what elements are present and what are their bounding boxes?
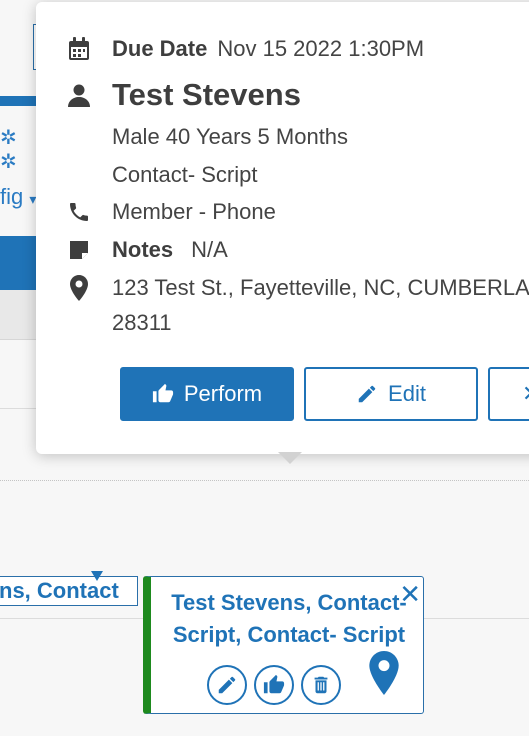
delete-event-button[interactable] <box>301 665 341 705</box>
gear-icon[interactable]: ✲ <box>0 128 17 148</box>
contact-method-row: Member - Phone <box>66 199 276 225</box>
address-line-1: 123 Test St., Fayetteville, NC, CUMBERLA… <box>112 275 529 300</box>
popover-arrow <box>278 452 302 464</box>
notes-label: Notes <box>112 237 174 262</box>
patient-row: Test Stevens <box>66 77 301 113</box>
patient-name: Test Stevens <box>112 77 301 112</box>
calendar-icon <box>66 36 92 62</box>
appointment-popover: Due Date Nov 15 2022 1:30PM Test Stevens… <box>36 2 529 454</box>
address-row: 123 Test St., Fayetteville, NC, CUMBERLA… <box>66 275 529 301</box>
contact-type: Contact- Script <box>112 162 258 187</box>
event-chip-label: ns, Contact <box>0 578 119 603</box>
user-icon <box>66 82 92 108</box>
due-date-value: Nov 15 2022 1:30PM <box>217 36 425 61</box>
pencil-icon <box>218 676 236 694</box>
event-card-title: Test Stevens, Contact- Script, Contact- … <box>171 590 407 647</box>
event-chip[interactable]: ns, Contact <box>0 576 138 606</box>
patient-demographics: Male 40 Years 5 Months <box>112 124 349 149</box>
perform-button[interactable]: Perform <box>120 367 294 421</box>
map-pin-icon[interactable] <box>369 651 399 700</box>
config-dropdown-label: fig <box>0 184 24 209</box>
perform-button-label: Perform <box>183 381 263 406</box>
close-icon: ✕ <box>522 381 529 407</box>
calendar-view: ✲ ✲ fig ▾ ns, Contact Test Stevens, Cont… <box>0 0 529 736</box>
config-dropdown[interactable]: fig ▾ <box>0 184 36 210</box>
due-date-label: Due Date <box>112 36 208 61</box>
notes-row: Notes N/A <box>66 237 228 263</box>
more-action-button[interactable]: ✕ <box>488 367 529 421</box>
thumbs-up-icon <box>263 674 285 694</box>
edit-button-label: Edit <box>388 381 426 406</box>
perform-event-button[interactable] <box>254 665 294 705</box>
event-card-actions <box>207 665 341 705</box>
grid-line-dotted <box>0 480 529 481</box>
due-date-row: Due Date Nov 15 2022 1:30PM <box>66 36 424 62</box>
edit-event-button[interactable] <box>207 665 247 705</box>
sticky-note-icon <box>66 237 92 263</box>
event-card[interactable]: Test Stevens, Contact- Script, Contact- … <box>143 576 424 714</box>
contact-method: Member - Phone <box>112 199 276 224</box>
phone-icon <box>66 199 92 225</box>
pencil-icon <box>358 385 376 403</box>
trash-icon <box>314 676 328 694</box>
notes-value: N/A <box>191 237 228 262</box>
map-marker-icon <box>66 275 92 301</box>
event-chip-pointer <box>91 571 103 581</box>
thumbs-up-icon <box>152 383 173 403</box>
gear-icon[interactable]: ✲ <box>0 152 17 172</box>
close-icon[interactable]: ✕ <box>399 581 421 607</box>
edit-button[interactable]: Edit <box>304 367 478 421</box>
address-line-2: 28311 <box>112 310 172 335</box>
